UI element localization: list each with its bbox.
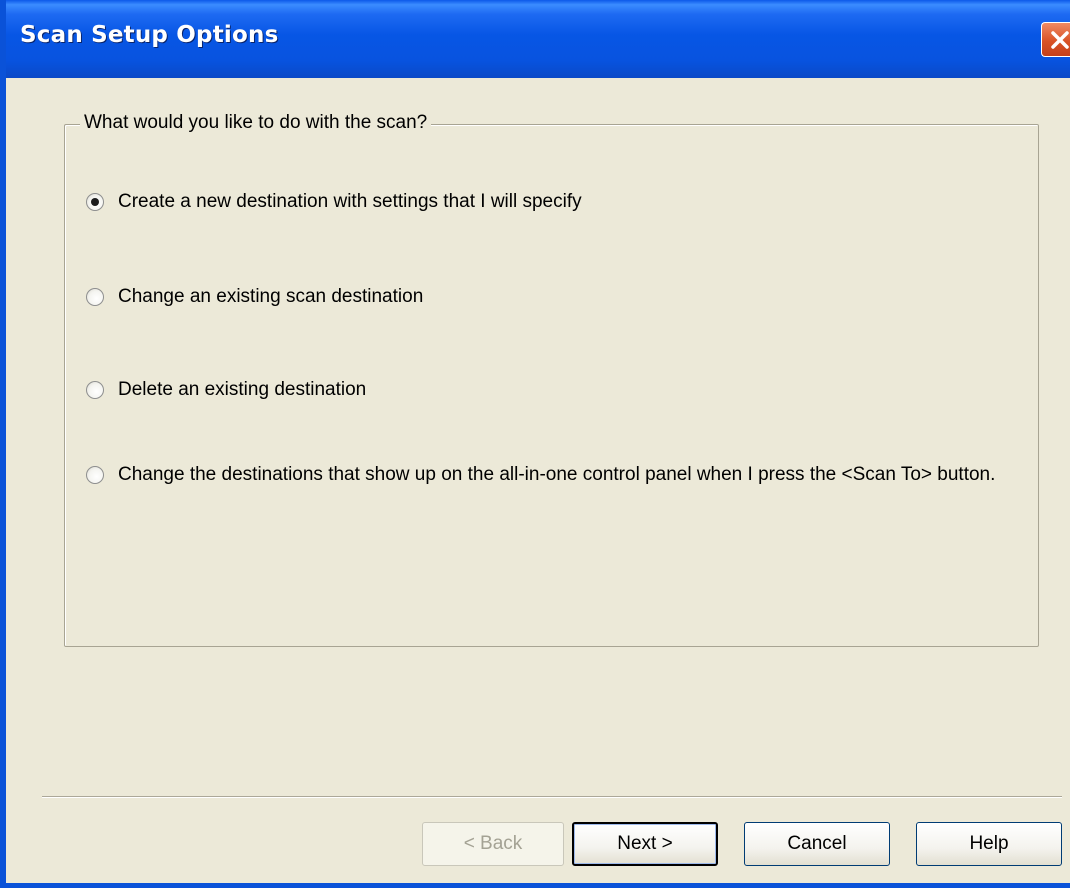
radio-button[interactable] <box>86 380 104 399</box>
option-label: Create a new destination with settings t… <box>118 191 582 212</box>
radio-button-checked[interactable] <box>86 192 104 211</box>
window-title: Scan Setup Options <box>20 22 279 48</box>
next-button[interactable]: Next > <box>572 822 718 866</box>
title-bar[interactable]: Scan Setup Options <box>6 0 1070 78</box>
option-label: Change the destinations that show up on … <box>118 464 996 485</box>
radio-button[interactable] <box>86 465 104 484</box>
option-label: Delete an existing destination <box>118 379 367 400</box>
help-button[interactable]: Help <box>916 822 1062 866</box>
option-delete-existing-destination[interactable]: Delete an existing destination <box>86 378 366 401</box>
close-icon <box>1051 31 1069 49</box>
radio-button[interactable] <box>86 287 104 306</box>
cancel-button[interactable]: Cancel <box>744 822 890 866</box>
option-create-new-destination[interactable]: Create a new destination with settings t… <box>86 190 582 213</box>
option-label: Change an existing scan destination <box>118 286 424 307</box>
option-change-existing-destination[interactable]: Change an existing scan destination <box>86 285 423 308</box>
close-button[interactable] <box>1041 22 1070 57</box>
back-button[interactable]: < Back <box>422 822 564 866</box>
groupbox-label: What would you like to do with the scan? <box>80 112 432 134</box>
scan-setup-dialog: Scan Setup Options What would you like t… <box>0 0 1070 888</box>
button-separator <box>42 796 1062 798</box>
option-change-panel-destinations[interactable]: Change the destinations that show up on … <box>86 463 1018 486</box>
